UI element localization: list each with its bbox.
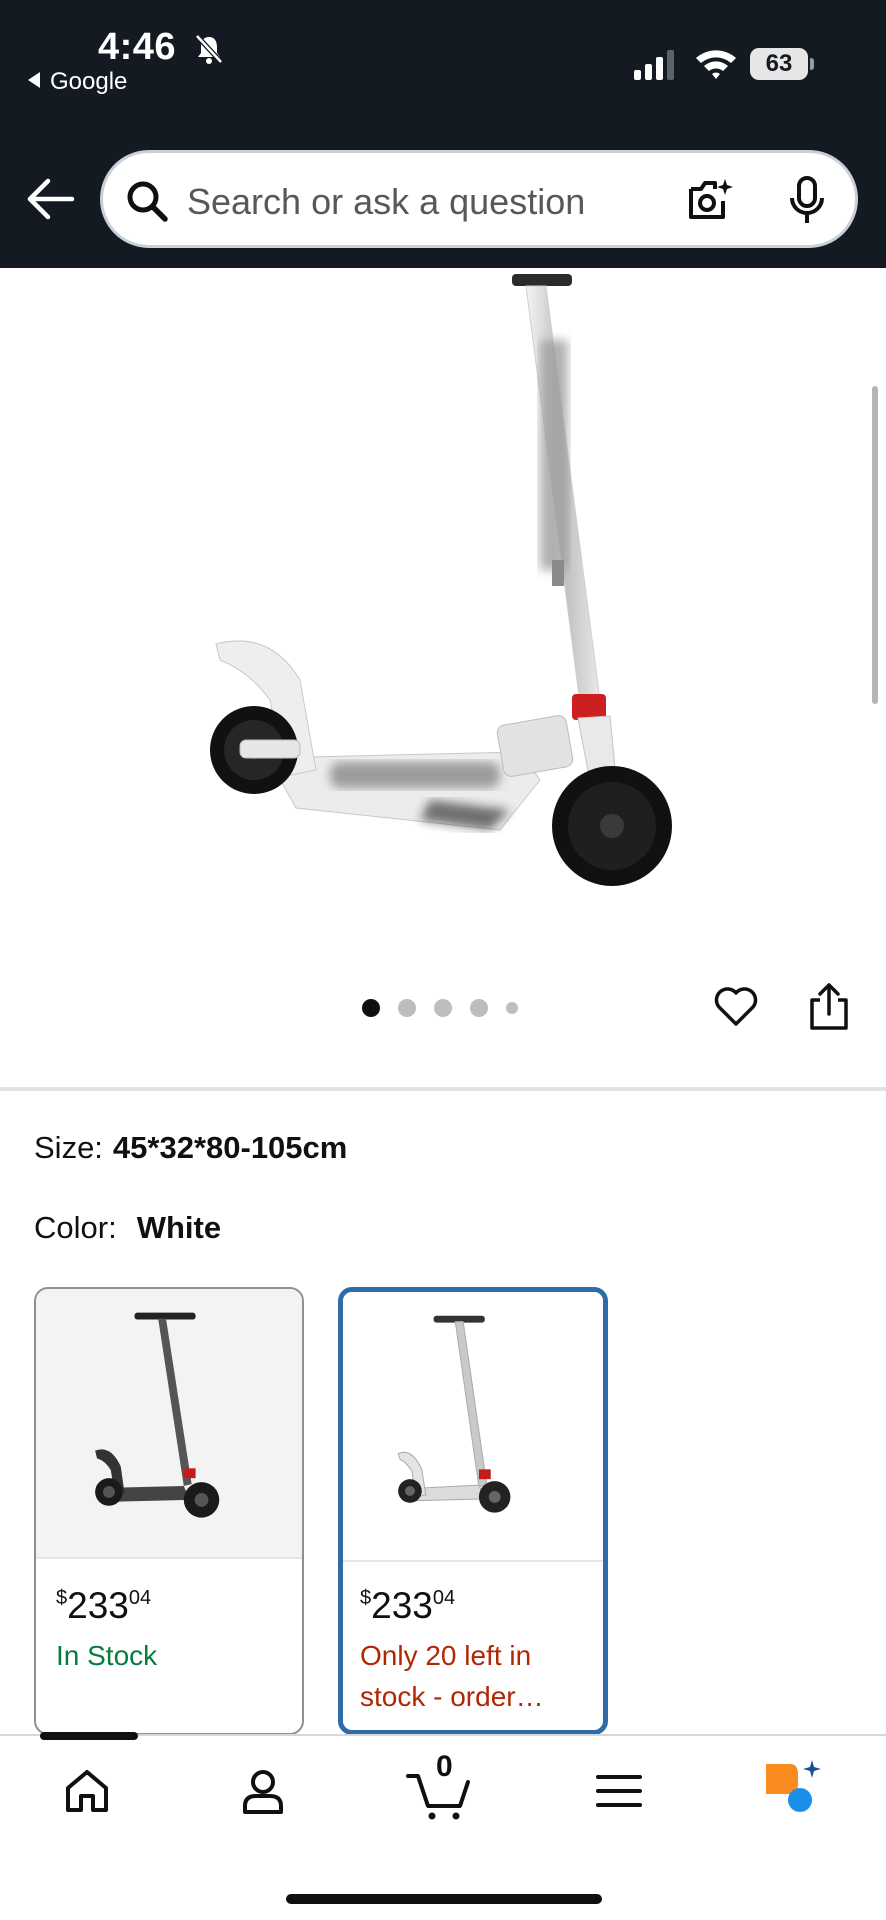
active-tab-indicator (40, 1732, 138, 1740)
share-icon[interactable] (806, 982, 852, 1032)
rufus-assistant-icon[interactable] (762, 1760, 822, 1816)
variant-card-black[interactable]: $23304 In Stock (34, 1287, 304, 1735)
account-icon[interactable] (238, 1766, 288, 1816)
wishlist-heart-icon[interactable] (712, 982, 760, 1030)
cart-button[interactable]: 0 (404, 1750, 474, 1820)
stock-status: Only 20 left in stock - order… (360, 1640, 544, 1712)
product-image[interactable] (0, 268, 886, 948)
cellular-signal-icon (634, 50, 674, 80)
variant-price: $23304 (360, 1585, 456, 1626)
wifi-icon (696, 50, 736, 79)
app-header: 4:46 Google 63 Search or ask a question (0, 0, 886, 268)
section-divider (0, 1087, 886, 1091)
carousel-dot[interactable] (362, 999, 380, 1017)
search-icon (127, 181, 168, 222)
search-bar[interactable]: Search or ask a question (100, 150, 858, 248)
home-icon[interactable] (62, 1766, 112, 1816)
carousel-dot[interactable] (398, 999, 416, 1017)
carousel-dot[interactable] (506, 1002, 518, 1014)
variant-price: $23304 (56, 1585, 152, 1626)
battery-tip (810, 58, 814, 70)
status-time: 4:46 (98, 26, 177, 68)
variant-card-white[interactable]: $23304 Only 20 left in stock - order… (338, 1287, 608, 1735)
cart-count: 0 (436, 1750, 453, 1783)
home-indicator[interactable] (286, 1894, 602, 1904)
bottom-nav-bar: 0 (0, 1732, 886, 1920)
page-scrollbar[interactable] (872, 386, 878, 704)
silent-bell-icon (195, 34, 223, 64)
variant-image-black (36, 1289, 302, 1557)
back-to-app-link[interactable]: Google (28, 68, 127, 96)
battery-indicator: 63 (750, 48, 808, 80)
color-label: Color: (34, 1210, 117, 1245)
size-row: Size: 45*32*80-105cm (34, 1130, 347, 1166)
camera-lens-icon[interactable] (685, 175, 735, 225)
search-placeholder[interactable]: Search or ask a question (187, 181, 585, 223)
size-value: 45*32*80-105cm (112, 1130, 348, 1165)
back-arrow-icon[interactable] (26, 176, 76, 222)
menu-icon[interactable] (594, 1766, 644, 1816)
size-label: Size: (34, 1130, 103, 1165)
microphone-icon[interactable] (787, 175, 827, 227)
variant-image-white (343, 1292, 603, 1560)
back-triangle-icon (28, 72, 40, 88)
stock-status: In Stock (56, 1640, 158, 1671)
card-separator (343, 1560, 603, 1562)
carousel-dot[interactable] (434, 999, 452, 1017)
color-row: Color: White (34, 1210, 221, 1246)
card-separator (36, 1557, 302, 1559)
color-value: White (136, 1210, 222, 1245)
carousel-dot[interactable] (470, 999, 488, 1017)
back-app-label: Google (50, 68, 128, 95)
